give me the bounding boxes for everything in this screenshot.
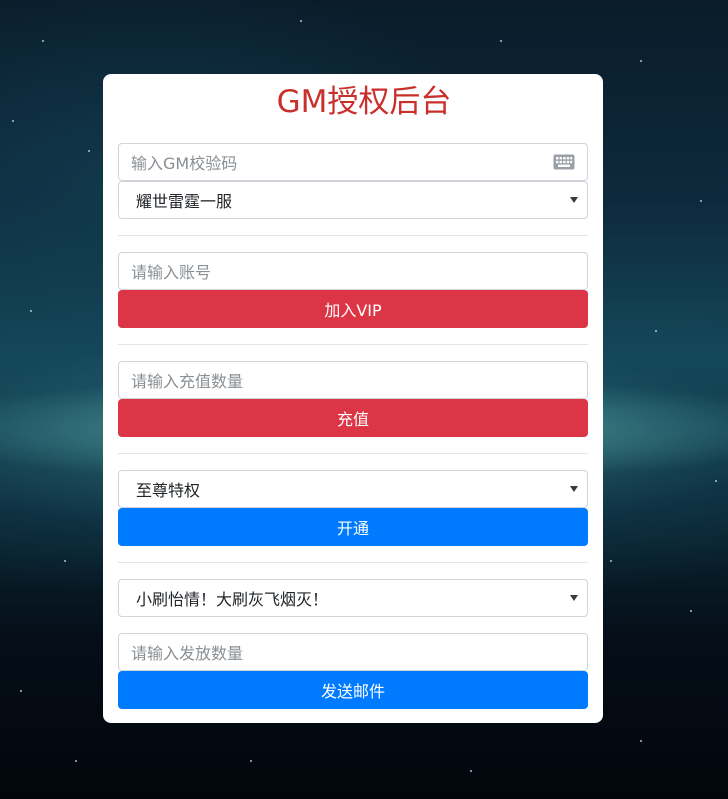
gm-code-placeholder: 输入GM校验码 [131, 154, 238, 173]
account-input[interactable]: 请输入账号 [118, 252, 588, 290]
section-divider [118, 235, 588, 236]
page-title: GM授权后台 [276, 84, 452, 120]
chevron-down-icon [570, 197, 578, 203]
mail-quantity-placeholder: 请输入发放数量 [131, 644, 244, 663]
mail-item-select[interactable]: 小刷怡情！大刷灰飞烟灭！ [118, 579, 588, 617]
keyboard-icon[interactable] [553, 154, 575, 170]
privilege-select-value: 至尊特权 [136, 481, 201, 500]
recharge-amount-input[interactable]: 请输入充值数量 [118, 361, 588, 399]
server-select-value: 耀世雷霆一服 [136, 192, 233, 211]
server-select[interactable]: 耀世雷霆一服 [118, 181, 588, 219]
chevron-down-icon [570, 486, 578, 492]
activate-button[interactable]: 开通 [118, 508, 588, 546]
recharge-button[interactable]: 充值 [118, 399, 588, 437]
mail-item-select-value: 小刷怡情！大刷灰飞烟灭！ [136, 590, 329, 609]
section-divider [118, 562, 588, 563]
chevron-down-icon [570, 595, 578, 601]
section-divider [118, 453, 588, 454]
mail-quantity-input[interactable]: 请输入发放数量 [118, 633, 588, 671]
add-vip-button[interactable]: 加入VIP [118, 290, 588, 328]
send-mail-button[interactable]: 发送邮件 [118, 671, 588, 709]
recharge-amount-placeholder: 请输入充值数量 [131, 372, 244, 391]
privilege-select[interactable]: 至尊特权 [118, 470, 588, 508]
section-divider [118, 344, 588, 345]
account-placeholder: 请输入账号 [131, 263, 212, 282]
gm-code-input[interactable]: 输入GM校验码 [118, 143, 588, 181]
